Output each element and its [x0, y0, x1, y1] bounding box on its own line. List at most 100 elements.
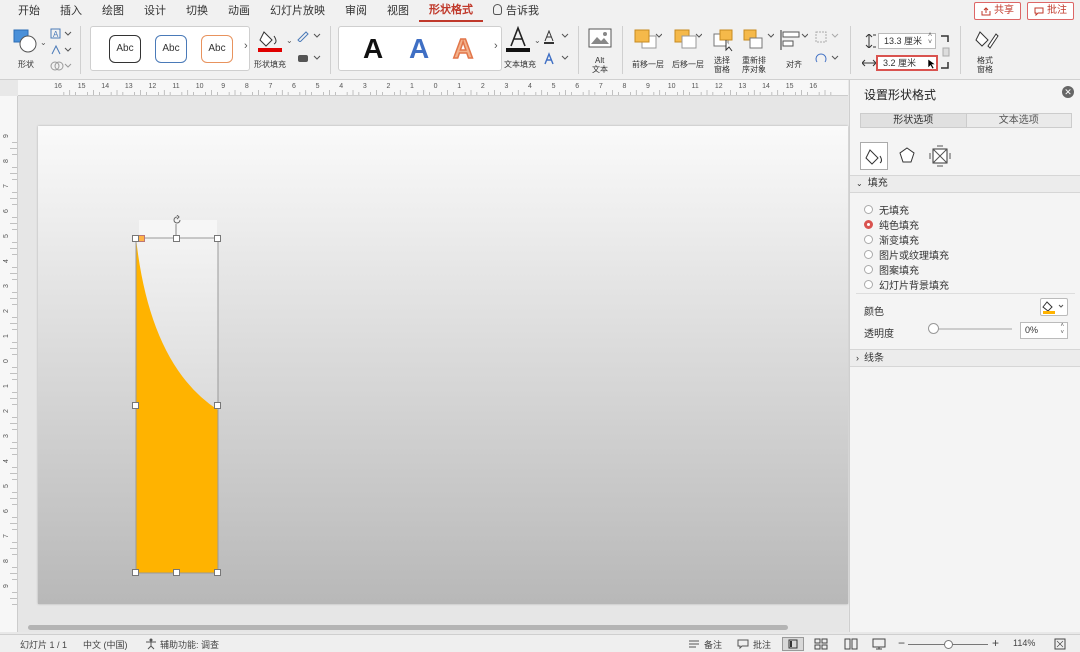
horizontal-scrollbar[interactable]	[18, 622, 848, 632]
radio-button[interactable]	[864, 265, 873, 274]
effects-tab[interactable]	[893, 142, 921, 170]
group-button[interactable]	[814, 30, 842, 44]
insert-shape-button[interactable]: 形状	[8, 26, 44, 72]
normal-view-button[interactable]	[782, 637, 804, 651]
fill-option-2[interactable]: 渐变填充	[864, 232, 919, 247]
tab-shape-options[interactable]: 形状选项	[861, 114, 967, 127]
text-outline-button[interactable]	[542, 29, 570, 44]
fill-line-tab[interactable]	[860, 142, 888, 170]
shape-styles-gallery: Abc Abc Abc	[90, 26, 250, 71]
transparency-stepper[interactable]: ˄ ˅	[1060, 323, 1064, 337]
tab-8[interactable]: 视图	[377, 0, 419, 22]
comment-button[interactable]: 批注	[1027, 2, 1074, 20]
notes-button[interactable]: 备注	[704, 638, 722, 651]
size-properties-tab[interactable]	[926, 142, 954, 170]
shape-effects-button[interactable]	[296, 52, 322, 66]
rotate-button[interactable]	[814, 52, 842, 66]
tab-0[interactable]: 开始	[8, 0, 50, 22]
radio-button[interactable]	[864, 235, 873, 244]
tab-9[interactable]: 形状格式	[419, 0, 483, 22]
accessibility-status[interactable]: 辅助功能: 调查	[160, 638, 219, 651]
share-buttons: 共享 批注	[974, 2, 1074, 20]
shape-style-1[interactable]: Abc	[109, 35, 141, 63]
text-fill-button[interactable]: 文本填充	[502, 26, 540, 72]
paint-bucket-icon	[1042, 301, 1064, 314]
vertical-ruler: 9 8 7 6 5 4 3 2 1 0 1 2 3 4 5 6 7 8 9	[0, 96, 18, 632]
selection-pane-button[interactable]: 选择 窗格	[710, 26, 738, 74]
height-stepper[interactable]: ˄ ˅	[928, 32, 932, 46]
tab-2[interactable]: 绘图	[92, 0, 134, 22]
radio-button[interactable]	[864, 280, 873, 289]
merge-shapes-button[interactable]	[50, 60, 72, 74]
slideshow-icon[interactable]	[872, 638, 886, 650]
zoom-out-icon[interactable]: −	[898, 636, 905, 650]
send-backward-button[interactable]: 后移一层	[670, 26, 710, 72]
line-section-header[interactable]: › 线条	[850, 349, 1080, 367]
comments-button[interactable]: 批注	[753, 638, 771, 651]
alt-text-button[interactable]: Alt 文本	[584, 26, 616, 74]
paint-bucket-icon	[865, 149, 882, 165]
shape-fill-dropdown-icon[interactable]: ⌄	[286, 36, 293, 45]
transparency-slider-knob[interactable]	[928, 323, 939, 334]
tab-text-options[interactable]: 文本选项	[967, 114, 1072, 127]
zoom-slider-knob[interactable]	[944, 640, 953, 649]
slide-canvas[interactable]	[18, 96, 848, 632]
fit-to-window-icon[interactable]	[1054, 638, 1066, 650]
share-button[interactable]: 共享	[974, 2, 1021, 20]
shape-fill-button[interactable]: 形状填充	[254, 26, 292, 72]
wordart-style-1[interactable]: A	[363, 33, 383, 65]
transparency-input[interactable]: 0% ˄ ˅	[1020, 322, 1068, 339]
reorder-objects-button[interactable]: 重新排 序对象	[740, 26, 776, 74]
ruler-label: 4	[3, 459, 10, 463]
ruler-label: 3	[3, 284, 10, 288]
gallery-more-icon[interactable]: ›	[244, 40, 248, 52]
radio-button[interactable]	[864, 250, 873, 259]
fill-option-3[interactable]: 图片或纹理填充	[864, 247, 949, 262]
tab-5[interactable]: 动画	[218, 0, 260, 22]
slide-sorter-icon[interactable]	[814, 638, 828, 650]
bring-forward-button[interactable]: 前移一层	[630, 26, 670, 72]
wordart-style-3[interactable]: A	[452, 32, 474, 65]
ruler-label: 11	[692, 83, 699, 90]
tab-3[interactable]: 设计	[134, 0, 176, 22]
ruler-label: 1	[410, 83, 414, 90]
shape-style-3[interactable]: Abc	[201, 35, 233, 63]
fill-section-header[interactable]: ⌄ 填充	[850, 175, 1080, 193]
tab-1[interactable]: 插入	[50, 0, 92, 22]
shape-style-2[interactable]: Abc	[155, 35, 187, 63]
edit-shape-button[interactable]: A	[50, 28, 72, 42]
ruler-label: 12	[149, 83, 157, 90]
tell-me-search[interactable]: 告诉我	[483, 0, 549, 22]
edit-points-button[interactable]	[50, 44, 72, 58]
slide[interactable]	[38, 126, 848, 604]
fill-color-button[interactable]	[1040, 298, 1068, 316]
text-fill-label: 文本填充	[504, 60, 536, 69]
align-button[interactable]: 对齐	[778, 26, 810, 72]
reading-view-icon[interactable]	[844, 638, 858, 650]
tab-6[interactable]: 幻灯片放映	[260, 0, 335, 22]
scrollbar-thumb[interactable]	[28, 625, 788, 630]
transparency-slider-track[interactable]	[934, 328, 1012, 330]
fill-option-5[interactable]: 幻灯片背景填充	[864, 277, 949, 292]
ruler-label: 3	[363, 83, 367, 90]
zoom-level[interactable]: 114%	[1013, 638, 1035, 648]
wordart-more-icon[interactable]: ›	[494, 40, 498, 52]
radio-button[interactable]	[864, 220, 873, 229]
zoom-in-icon[interactable]: +	[992, 636, 999, 650]
tab-4[interactable]: 切换	[176, 0, 218, 22]
fill-option-4[interactable]: 图案填充	[864, 262, 919, 277]
text-effects-button[interactable]	[542, 52, 570, 66]
format-pane-button[interactable]: 格式 窗格	[970, 26, 1004, 74]
close-icon[interactable]: ✕	[1062, 86, 1074, 98]
accessibility-icon	[146, 638, 156, 650]
wordart-style-2[interactable]: A	[409, 33, 429, 65]
shape-outline-button[interactable]	[296, 30, 322, 44]
fill-option-1[interactable]: 纯色填充	[864, 217, 919, 232]
tab-7[interactable]: 审阅	[335, 0, 377, 22]
merge-shapes-icon	[50, 61, 72, 71]
chevron-down-icon[interactable]: ⌄	[40, 38, 47, 47]
fill-option-0[interactable]: 无填充	[864, 202, 909, 217]
radio-button[interactable]	[864, 205, 873, 214]
text-fill-dropdown-icon[interactable]: ⌄	[534, 36, 541, 45]
language-indicator[interactable]: 中文 (中国)	[83, 638, 128, 651]
